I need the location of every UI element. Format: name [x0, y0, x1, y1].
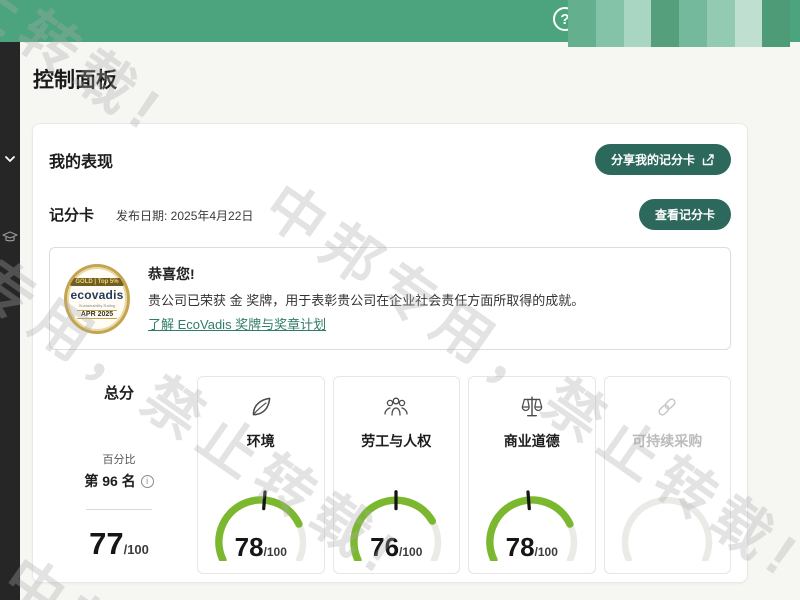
info-icon[interactable]: i	[141, 475, 154, 488]
graduation-cap-icon[interactable]	[2, 230, 18, 244]
redacted-user-info-block	[568, 0, 790, 47]
ethics-gauge: 78 /100	[476, 486, 588, 561]
category-card-sustainable-procurement: 可持续采购	[604, 376, 732, 574]
my-performance-card: 我的表现 分享我的记分卡 记分卡 发布日期: 2025年4月22日 查看记分卡 …	[32, 123, 748, 583]
share-scorecard-label: 分享我的记分卡	[611, 151, 695, 168]
overall-score-column: 总分 百分比 第 96 名 i 77 /100	[49, 376, 189, 574]
category-score: 78	[235, 532, 264, 563]
divider	[86, 509, 152, 510]
view-scorecard-label: 查看记分卡	[655, 206, 715, 223]
overall-score-label: 总分	[104, 382, 134, 403]
medal-tier-label: GOLD | Top 5%	[70, 278, 123, 286]
link-icon	[654, 393, 680, 421]
congratulations-banner: GOLD | Top 5% ecovadis Sustainability Ra…	[49, 247, 731, 350]
overall-score-value: 77	[89, 526, 123, 562]
procurement-gauge	[611, 486, 723, 561]
share-icon	[701, 153, 715, 167]
medal-date: APR 2025	[77, 310, 117, 319]
labor-gauge: 76 /100	[340, 486, 452, 561]
category-card-environment: 环境 78 /100	[197, 376, 325, 574]
chevron-down-icon[interactable]	[3, 152, 17, 166]
medal-subtitle: Sustainability Rating	[79, 303, 115, 308]
congrats-body-text: 贵公司已荣获 金 奖牌，用于表彰贵公司在企业社会责任方面所取得的成就。	[148, 290, 584, 309]
category-card-business-ethics: 商业道德 78 /100	[468, 376, 596, 574]
performance-section-title: 我的表现	[49, 148, 113, 172]
share-scorecard-button[interactable]: 分享我的记分卡	[595, 144, 731, 175]
page-title: 控制面板	[33, 64, 117, 94]
congrats-title: 恭喜您!	[148, 264, 584, 284]
published-date: 发布日期: 2025年4月22日	[116, 207, 253, 224]
category-name: 劳工与人权	[361, 431, 431, 451]
percentile-value: 第 96 名	[84, 471, 135, 491]
ecovadis-gold-medal-badge: GOLD | Top 5% ecovadis Sustainability Ra…	[64, 264, 130, 334]
overall-score-max: /100	[124, 542, 149, 557]
category-name: 环境	[247, 431, 275, 451]
left-sidebar	[0, 42, 20, 600]
category-score: 76	[370, 532, 399, 563]
category-score-max: /100	[264, 545, 287, 559]
category-score-max: /100	[535, 545, 558, 559]
environment-gauge: 78 /100	[205, 486, 317, 561]
ecovadis-logo: ecovadis	[71, 288, 124, 302]
scorecard-section-title: 记分卡	[49, 204, 94, 225]
leaf-icon	[248, 393, 274, 421]
category-name: 商业道德	[504, 431, 560, 451]
category-card-labor-human-rights: 劳工与人权 76 /100	[333, 376, 461, 574]
view-scorecard-button[interactable]: 查看记分卡	[639, 199, 731, 230]
medal-program-link[interactable]: 了解 EcoVadis 奖牌与奖章计划	[148, 314, 326, 333]
category-score: 78	[506, 532, 535, 563]
scales-icon	[519, 393, 545, 421]
people-icon	[382, 393, 410, 421]
percentile-label: 百分比	[103, 451, 136, 467]
category-score-max: /100	[399, 545, 422, 559]
category-name: 可持续采购	[632, 431, 702, 451]
